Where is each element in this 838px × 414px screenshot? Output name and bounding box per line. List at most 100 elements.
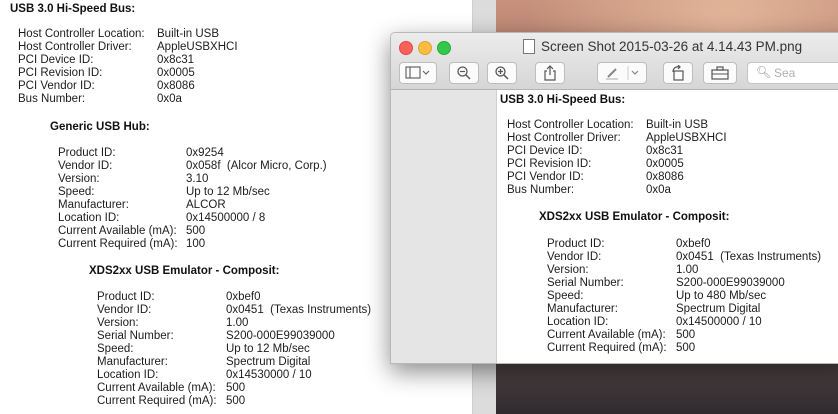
field-value: 500 bbox=[676, 342, 696, 354]
field-label: Version: bbox=[58, 173, 100, 185]
markup-icon bbox=[606, 66, 639, 80]
field-label: Location ID: bbox=[547, 316, 609, 328]
field-label: Serial Number: bbox=[97, 330, 174, 342]
minimize-window-button[interactable] bbox=[418, 41, 432, 55]
field-value: 0x0a bbox=[646, 184, 671, 196]
field-value: 500 bbox=[226, 382, 246, 394]
field-value: 3.10 bbox=[186, 173, 209, 185]
field-label: Manufacturer: bbox=[97, 356, 168, 368]
field-label: PCI Vendor ID: bbox=[507, 171, 584, 183]
field-value: 0x0a bbox=[157, 93, 182, 105]
field-label: Current Available (mA): bbox=[58, 225, 177, 237]
close-window-button[interactable] bbox=[399, 41, 413, 55]
search-placeholder: Sea bbox=[774, 66, 796, 80]
field-value: 1.00 bbox=[676, 264, 699, 276]
zoom-out-icon bbox=[457, 66, 471, 80]
share-button[interactable] bbox=[535, 62, 565, 84]
field-label: Host Controller Driver: bbox=[18, 41, 132, 53]
field-value: Spectrum Digital bbox=[676, 303, 761, 315]
field-value: S200-000E99039000 bbox=[676, 277, 785, 289]
field-value: Up to 480 Mb/sec bbox=[676, 290, 767, 302]
field-label: Product ID: bbox=[547, 238, 605, 250]
field-label: Current Required (mA): bbox=[97, 395, 217, 407]
field-label: PCI Revision ID: bbox=[507, 158, 592, 170]
field-value: 0x14500000 / 10 bbox=[676, 316, 762, 328]
field-label: Host Controller Location: bbox=[507, 119, 634, 131]
field-value: 0x8086 bbox=[157, 80, 195, 92]
window-title: Screen Shot 2015-03-26 at 4.14.43 PM.png bbox=[541, 39, 803, 54]
field-value: ALCOR bbox=[186, 199, 226, 211]
field-value: 500 bbox=[186, 225, 206, 237]
field-label: Vendor ID: bbox=[97, 304, 152, 316]
field-value: 1.00 bbox=[226, 317, 249, 329]
preview-sidebar bbox=[391, 90, 497, 363]
field-value: 500 bbox=[226, 395, 246, 407]
field-label: Current Required (mA): bbox=[547, 342, 667, 354]
field-value: 500 bbox=[676, 329, 696, 341]
field-label: Version: bbox=[97, 317, 139, 329]
field-label: Bus Number: bbox=[18, 93, 86, 105]
sidebar-toggle-button[interactable] bbox=[399, 62, 437, 84]
field-label: Vendor ID: bbox=[58, 160, 113, 172]
field-value: S200-000E99039000 bbox=[226, 330, 335, 342]
field-value: Built-in USB bbox=[646, 119, 708, 131]
field-value: 0x8c31 bbox=[646, 145, 684, 157]
field-label: Speed: bbox=[97, 343, 134, 355]
field-value: 0x8c31 bbox=[157, 54, 195, 66]
hub-title: Generic USB Hub: bbox=[50, 121, 150, 133]
field-label: Manufacturer: bbox=[58, 199, 129, 211]
field-value: 0x058f (Alcor Micro, Corp.) bbox=[186, 160, 327, 172]
search-icon: 🔍︎ bbox=[756, 65, 772, 79]
field-label: Vendor ID: bbox=[547, 251, 602, 263]
field-value: AppleUSBXHCI bbox=[157, 41, 238, 53]
field-label: Current Required (mA): bbox=[58, 238, 178, 250]
field-label: PCI Device ID: bbox=[18, 54, 94, 66]
field-label: Current Available (mA): bbox=[97, 382, 216, 394]
field-label: Bus Number: bbox=[507, 184, 575, 196]
sidebar-icon bbox=[405, 66, 430, 79]
field-label: Current Available (mA): bbox=[547, 329, 666, 341]
field-value: 100 bbox=[186, 238, 206, 250]
zoom-window-button[interactable] bbox=[437, 41, 451, 55]
rotate-button[interactable] bbox=[663, 62, 693, 84]
field-value: Built-in USB bbox=[157, 28, 219, 40]
field-value: 0xbef0 bbox=[226, 291, 261, 303]
field-value: Up to 12 Mb/sec bbox=[186, 186, 270, 198]
field-label: Version: bbox=[547, 264, 589, 276]
preview-window: Screen Shot 2015-03-26 at 4.14.43 PM.png bbox=[390, 32, 838, 364]
search-field[interactable]: 🔍︎ Sea bbox=[747, 62, 838, 84]
field-label: Speed: bbox=[547, 290, 584, 302]
zoom-out-button[interactable] bbox=[449, 62, 479, 84]
toolbox-button[interactable] bbox=[703, 62, 737, 84]
field-value: Spectrum Digital bbox=[226, 356, 311, 368]
zoom-in-icon bbox=[495, 66, 509, 80]
field-label: Manufacturer: bbox=[547, 303, 618, 315]
zoom-in-button[interactable] bbox=[487, 62, 517, 84]
field-value: 0x0005 bbox=[646, 158, 684, 170]
title-bar[interactable]: Screen Shot 2015-03-26 at 4.14.43 PM.png bbox=[391, 33, 838, 90]
field-label: Speed: bbox=[58, 186, 95, 198]
share-icon bbox=[544, 65, 556, 81]
field-value: 0x0451 (Texas Instruments) bbox=[676, 251, 822, 263]
preview-image-content: USB 3.0 Hi-Speed Bus: Host Controller Lo… bbox=[497, 90, 838, 363]
field-value: 0x14500000 / 8 bbox=[186, 212, 266, 224]
field-value: 0x8086 bbox=[646, 171, 684, 183]
field-value: 0x0005 bbox=[157, 67, 195, 79]
document-icon bbox=[523, 39, 535, 54]
rotate-icon bbox=[672, 65, 684, 81]
markup-toolbar-button[interactable] bbox=[597, 62, 647, 84]
field-label: Host Controller Driver: bbox=[507, 132, 621, 144]
device-title: XDS2xx USB Emulator - Composit: bbox=[539, 211, 730, 223]
field-label: Host Controller Location: bbox=[18, 28, 145, 40]
bus-title: USB 3.0 Hi-Speed Bus: bbox=[10, 3, 136, 15]
field-label: PCI Vendor ID: bbox=[18, 80, 95, 92]
field-value: 0x14530000 / 10 bbox=[226, 369, 312, 381]
field-label: Serial Number: bbox=[547, 277, 624, 289]
field-label: Product ID: bbox=[58, 147, 116, 159]
field-label: PCI Device ID: bbox=[507, 145, 583, 157]
field-value: 0x9254 bbox=[186, 147, 224, 159]
field-value: AppleUSBXHCI bbox=[646, 132, 727, 144]
field-label: Location ID: bbox=[58, 212, 120, 224]
toolbox-icon bbox=[711, 66, 729, 80]
device-title: XDS2xx USB Emulator - Composit: bbox=[89, 265, 280, 277]
